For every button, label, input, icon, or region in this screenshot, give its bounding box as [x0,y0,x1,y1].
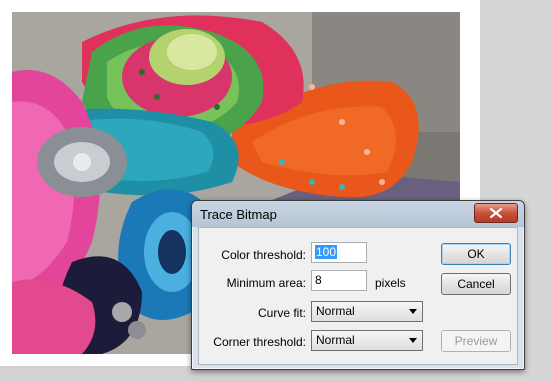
dialog-title: Trace Bitmap [200,207,277,222]
close-button[interactable] [474,203,518,223]
corner-threshold-value: Normal [316,333,355,347]
curve-fit-value: Normal [316,304,355,318]
corner-threshold-select[interactable]: Normal [311,330,423,351]
ok-button[interactable]: OK [441,243,511,265]
chevron-down-icon [409,338,417,343]
corner-threshold-label: Corner threshold: [213,335,306,349]
curve-fit-select[interactable]: Normal [311,301,423,322]
color-threshold-value: 100 [315,245,338,259]
dialog-titlebar[interactable]: Trace Bitmap [192,201,524,227]
minimum-area-value: 8 [315,273,322,287]
trace-bitmap-dialog: Trace Bitmap Color threshold: 100 Minimu… [191,200,525,370]
curve-fit-label: Curve fit: [257,306,306,320]
minimum-area-input[interactable]: 8 [311,270,367,291]
cancel-button[interactable]: Cancel [441,273,511,295]
minimum-area-label: Minimum area: [226,276,306,290]
preview-button[interactable]: Preview [441,330,511,352]
dialog-body: Color threshold: 100 Minimum area: 8 pix… [198,227,518,365]
color-threshold-label: Color threshold: [221,248,306,262]
close-icon [490,208,502,218]
minimum-area-unit: pixels [375,276,406,290]
chevron-down-icon [409,309,417,314]
color-threshold-input[interactable]: 100 [311,242,367,263]
